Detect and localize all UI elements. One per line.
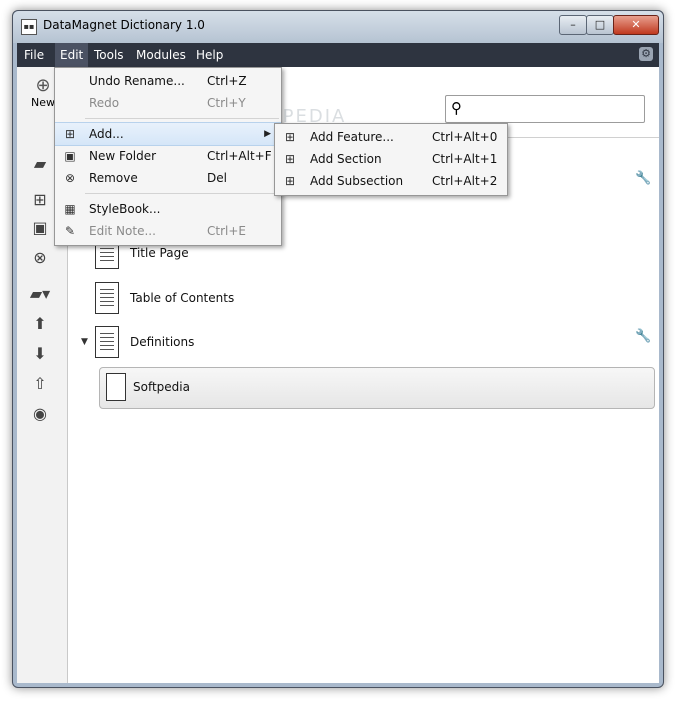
menu-item-add[interactable]: ⊞ Add... ▶ <box>55 122 281 146</box>
menu-modules[interactable]: Modules <box>131 43 191 67</box>
menu-item-add-subsection[interactable]: ⊞ Add Subsection Ctrl+Alt+2 <box>275 170 507 192</box>
move-up-icon[interactable]: ⬆ <box>27 313 53 335</box>
menu-tools[interactable]: Tools <box>89 43 129 67</box>
window-title: DataMagnet Dictionary 1.0 <box>43 18 205 32</box>
add-document-icon: ⊞ <box>64 127 76 141</box>
maximize-button[interactable]: □ <box>586 15 614 35</box>
add-folder-icon[interactable]: ▣ <box>27 217 53 239</box>
tree-item-label: Table of Contents <box>130 291 235 305</box>
wrench-icon[interactable]: 🔧 <box>635 171 651 186</box>
title-bar[interactable]: ▪▪ DataMagnet Dictionary 1.0 – □ ✕ <box>13 11 663 43</box>
search-input[interactable]: ⚲ <box>445 95 645 123</box>
menu-separator <box>85 118 279 119</box>
menu-separator <box>85 193 279 194</box>
add-feature-icon: ⊞ <box>284 130 296 144</box>
menu-item-stylebook[interactable]: ▦ StyleBook... <box>55 198 281 220</box>
add-section-icon: ⊞ <box>284 152 296 166</box>
document-icon <box>95 326 119 358</box>
move-down-icon[interactable]: ⬇ <box>27 343 53 365</box>
menu-item-redo[interactable]: Redo Ctrl+Y <box>55 92 281 114</box>
grid-icon: ▦ <box>64 202 76 216</box>
add-document-icon[interactable]: ⊞ <box>27 189 53 211</box>
remove-icon[interactable]: ⊗ <box>27 247 53 269</box>
menu-help[interactable]: Help <box>191 43 228 67</box>
outdent-icon[interactable]: ⇧ <box>27 373 53 395</box>
menu-item-remove[interactable]: ⊗ Remove Del <box>55 167 281 189</box>
menu-item-undo-rename[interactable]: Undo Rename... Ctrl+Z <box>55 70 281 92</box>
menu-item-add-section[interactable]: ⊞ Add Section Ctrl+Alt+1 <box>275 148 507 170</box>
menu-item-edit-note[interactable]: ✎ Edit Note... Ctrl+E <box>55 220 281 242</box>
document-icon <box>106 373 126 401</box>
close-button[interactable]: ✕ <box>613 15 659 35</box>
menu-edit[interactable]: Edit <box>55 43 89 67</box>
app-icon: ▪▪ <box>21 19 37 35</box>
remove-icon: ⊗ <box>64 171 76 185</box>
menu-item-new-folder[interactable]: ▣ New Folder Ctrl+Alt+F <box>55 145 281 167</box>
new-folder-icon: ▣ <box>64 149 76 163</box>
settings-icon[interactable]: ⚙ <box>639 47 653 61</box>
open-folder-icon[interactable]: ▰ <box>27 153 53 175</box>
expand-arrow-icon[interactable]: ▼ <box>81 337 88 347</box>
tree-item-label: Softpedia <box>133 380 190 394</box>
document-icon <box>95 282 119 314</box>
edit-menu-dropdown: Undo Rename... Ctrl+Z Redo Ctrl+Y ⊞ Add.… <box>54 67 282 246</box>
minimize-button[interactable]: – <box>559 15 587 35</box>
add-subsection-icon: ⊞ <box>284 174 296 188</box>
menu-file[interactable]: File <box>19 43 49 67</box>
move-dropdown-icon[interactable]: ▰▾ <box>27 283 53 305</box>
edit-note-icon: ✎ <box>64 224 76 238</box>
menu-item-add-feature[interactable]: ⊞ Add Feature... Ctrl+Alt+0 <box>275 126 507 148</box>
submenu-arrow-icon: ▶ <box>264 129 271 139</box>
menu-bar: File Edit Tools Modules Help ⚙ <box>17 43 659 67</box>
add-submenu: ⊞ Add Feature... Ctrl+Alt+0 ⊞ Add Sectio… <box>274 123 508 196</box>
preview-eye-icon[interactable]: ◉ <box>27 403 53 425</box>
tree-item-label: Definitions <box>130 335 195 349</box>
wrench-icon[interactable]: 🔧 <box>635 329 651 344</box>
tree-item-selected[interactable]: Softpedia <box>99 367 655 409</box>
tree-item-label: Title Page <box>130 246 189 260</box>
search-icon: ⚲ <box>451 99 462 117</box>
